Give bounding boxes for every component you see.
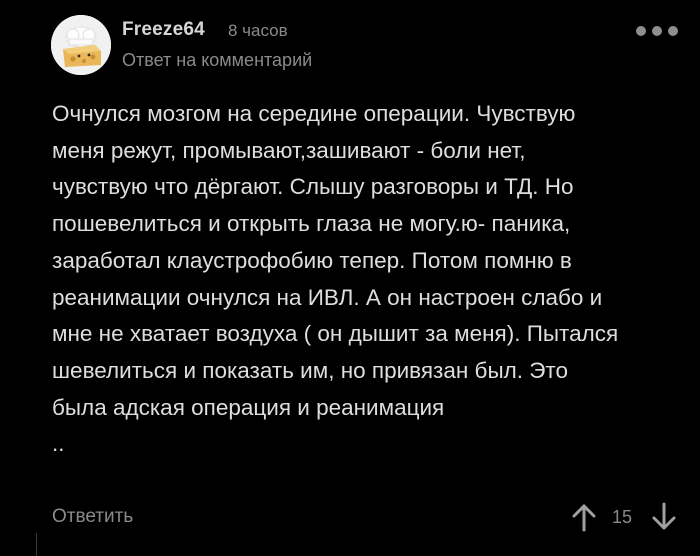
vote-down-button[interactable]: [650, 502, 678, 532]
author-name[interactable]: Freeze64: [122, 18, 205, 42]
comment-line: реанимации очнулся на ИВЛ. А он настроен…: [52, 284, 603, 310]
vote-up-button[interactable]: [570, 502, 598, 532]
reply-button[interactable]: Ответить: [52, 505, 133, 529]
comment-line: чувствую что дёргают. Слышу разговоры и …: [52, 174, 574, 200]
comment-line: Очнулся мозгом на середине операции. Чув…: [52, 101, 576, 126]
cheese-chef-avatar-icon: [51, 15, 111, 75]
comment-line: меня режут, промывают,зашивают - боли не…: [52, 137, 526, 163]
comment-line: была адская операция и реанимация: [52, 394, 445, 420]
arrow-down-icon: [652, 502, 676, 530]
author-avatar[interactable]: [51, 15, 111, 75]
comment-body: Очнулся мозгом на середине операции. Чув…: [52, 96, 682, 463]
comment-line: шевелиться и показать им, но привязан бы…: [52, 357, 568, 383]
arrow-up-icon: [572, 504, 596, 532]
comment-time: 8 часов: [228, 21, 288, 40]
dot-icon: [636, 26, 646, 36]
comment-line: мне не хватает воздуха ( он дышит за мен…: [52, 321, 619, 347]
rating-count: 15: [612, 507, 633, 527]
dot-icon: [652, 26, 662, 36]
comment-line: ..: [52, 431, 65, 457]
dot-icon: [668, 26, 678, 36]
thread-line: [36, 533, 37, 556]
comment-line: пошевелиться и открыть глаза не могу.ю- …: [52, 211, 571, 237]
comment-line: заработал клаустрофобию тепер. Потом пом…: [52, 247, 572, 273]
reply-to-label[interactable]: Ответ на комментарий: [122, 48, 312, 72]
more-menu-button[interactable]: [636, 22, 678, 40]
